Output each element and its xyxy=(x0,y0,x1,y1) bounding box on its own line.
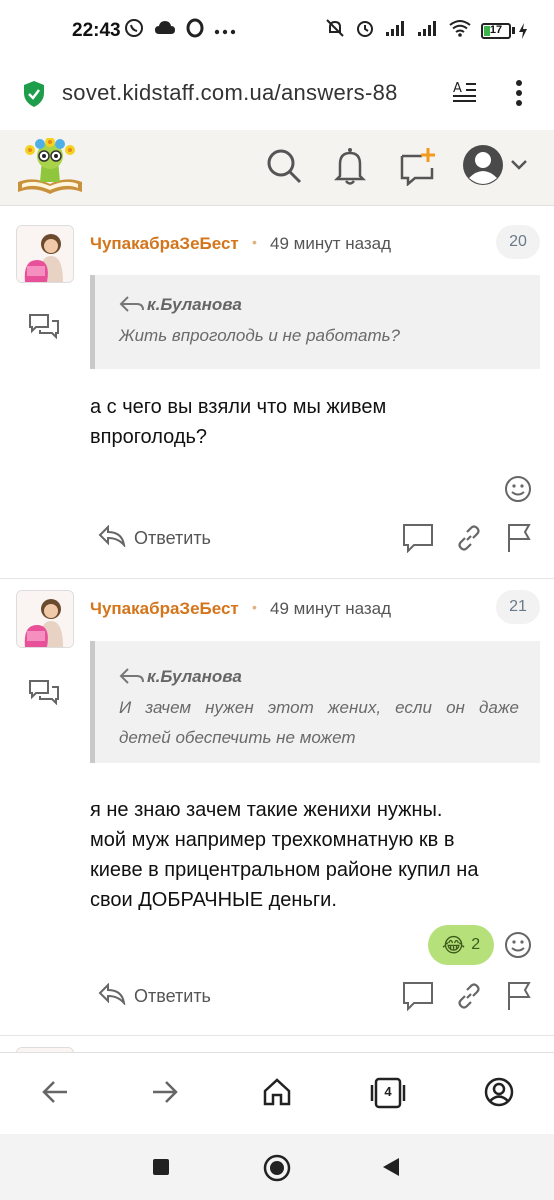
account-icon[interactable] xyxy=(484,1077,514,1112)
quote-text: И зачем нужен этот жених, если он даже д… xyxy=(119,693,519,753)
wifi-icon xyxy=(449,19,471,42)
reply-arrow-icon xyxy=(119,295,145,318)
browser-bottom-nav: 4 xyxy=(0,1052,554,1134)
tabs-icon[interactable]: 4 xyxy=(370,1077,406,1114)
reply-label: Ответить xyxy=(134,528,211,548)
alarm-icon xyxy=(355,18,375,43)
more-dots-icon xyxy=(214,22,236,40)
quote-author: к.Буланова xyxy=(147,667,242,686)
cloud-icon xyxy=(154,20,176,41)
search-icon[interactable] xyxy=(266,146,302,191)
forward-arrow-icon[interactable] xyxy=(150,1077,180,1112)
separator-dot: • xyxy=(252,599,257,615)
add-reaction-icon[interactable] xyxy=(504,931,532,959)
comment-time: 49 минут назад xyxy=(270,599,392,618)
avatar[interactable] xyxy=(16,590,74,648)
profile-avatar-icon[interactable] xyxy=(462,144,504,191)
secure-shield-icon[interactable] xyxy=(22,80,46,113)
quote-author: к.Буланова xyxy=(147,295,242,314)
comment: ЧупакабраЗеБест • 49 минут назад 20 к.Бу… xyxy=(0,207,554,577)
report-flag-icon[interactable] xyxy=(506,523,532,558)
viber-icon xyxy=(124,18,144,43)
add-reaction-icon[interactable] xyxy=(504,475,532,503)
comment-icon[interactable] xyxy=(402,981,434,1016)
laughing-emoji-icon: 😂 xyxy=(441,934,466,957)
status-right-icons: 17 xyxy=(325,18,528,43)
new-message-icon[interactable] xyxy=(400,146,438,191)
signal-icon xyxy=(385,19,407,42)
home-icon[interactable] xyxy=(262,1077,292,1112)
quote-text-line: детей обеспечить не может xyxy=(119,728,356,747)
bell-icon[interactable] xyxy=(333,146,367,191)
comment-text-line: свои ДОБРАЧНЫЕ деньги. xyxy=(90,889,337,911)
comment-number-badge[interactable]: 20 xyxy=(496,225,540,259)
status-left-icons xyxy=(124,18,236,43)
comment-text-line: киеве в прицентральном районе купил на xyxy=(90,859,479,881)
site-header xyxy=(0,130,554,206)
quote-text: Жить впроголодь и не работать? xyxy=(119,326,400,345)
comment-text-line: мой муж например трехкомнатную кв в xyxy=(90,829,455,851)
reply-label: Ответить xyxy=(134,986,211,1006)
quote-text-line: И зачем нужен этот жених, если он даже xyxy=(119,698,519,717)
reply-button[interactable]: Ответить xyxy=(98,524,211,552)
report-flag-icon[interactable] xyxy=(506,981,532,1016)
browser-address-bar: sovet.kidstaff.com.ua/answers-88 A xyxy=(0,62,554,130)
recents-square-icon[interactable] xyxy=(152,1158,170,1181)
android-nav-bar xyxy=(0,1134,554,1200)
reader-mode-icon[interactable]: A xyxy=(452,80,478,111)
site-logo[interactable] xyxy=(16,137,84,203)
chevron-down-icon[interactable] xyxy=(510,158,528,176)
comment: ЧупакабраЗеБест • 49 минут назад 21 к.Бу… xyxy=(0,579,554,1039)
comment-text-line: я не знаю зачем такие женихи нужны. xyxy=(90,799,443,821)
tab-count: 4 xyxy=(384,1084,392,1099)
comment-time: 49 минут назад xyxy=(270,234,392,253)
private-message-icon[interactable] xyxy=(28,679,60,710)
reply-icon xyxy=(98,982,126,1010)
status-bar: 22:43 17 xyxy=(0,0,554,62)
reply-button[interactable]: Ответить xyxy=(98,982,211,1010)
divider xyxy=(0,1035,554,1036)
link-icon[interactable] xyxy=(456,525,482,556)
reply-arrow-icon xyxy=(119,667,145,690)
mute-icon xyxy=(325,18,345,43)
svg-text:A: A xyxy=(453,81,462,96)
comment-text: а с чего вы взяли что мы живем впроголод… xyxy=(90,392,546,452)
reply-icon xyxy=(98,524,126,552)
back-arrow-icon[interactable] xyxy=(40,1077,70,1112)
back-triangle-icon[interactable] xyxy=(382,1157,400,1182)
opera-icon xyxy=(186,18,204,43)
reaction-count: 2 xyxy=(471,936,481,953)
battery-level: 17 xyxy=(489,23,503,36)
signal-icon xyxy=(417,19,439,42)
comments-feed: ЧупакабраЗеБест • 49 минут назад 20 к.Бу… xyxy=(0,207,554,1052)
quote-block: к.Буланова Жить впроголодь и не работать… xyxy=(90,275,540,369)
comment-text-line: а с чего вы взяли что мы живем xyxy=(90,396,387,418)
comment-icon[interactable] xyxy=(402,523,434,558)
url-field[interactable]: sovet.kidstaff.com.ua/answers-88 xyxy=(62,80,438,106)
quote-block: к.Буланова И зачем нужен этот жених, есл… xyxy=(90,641,540,763)
link-icon[interactable] xyxy=(456,983,482,1014)
separator-dot: • xyxy=(252,234,257,250)
private-message-icon[interactable] xyxy=(28,313,60,344)
comment-author[interactable]: ЧупакабраЗеБест xyxy=(90,599,239,619)
battery-icon: 17 xyxy=(481,22,528,39)
reaction-badge[interactable]: 😂 2 xyxy=(428,925,494,965)
comment-number-badge[interactable]: 21 xyxy=(496,590,540,624)
home-circle-icon[interactable] xyxy=(263,1154,291,1187)
status-time: 22:43 xyxy=(72,20,121,41)
comment-author[interactable]: ЧупакабраЗеБест xyxy=(90,234,239,254)
menu-dots-icon[interactable] xyxy=(514,78,524,113)
comment-text: я не знаю зачем такие женихи нужны. мой … xyxy=(90,795,546,915)
avatar[interactable] xyxy=(16,225,74,283)
comment-text-line: впроголодь? xyxy=(90,426,208,448)
